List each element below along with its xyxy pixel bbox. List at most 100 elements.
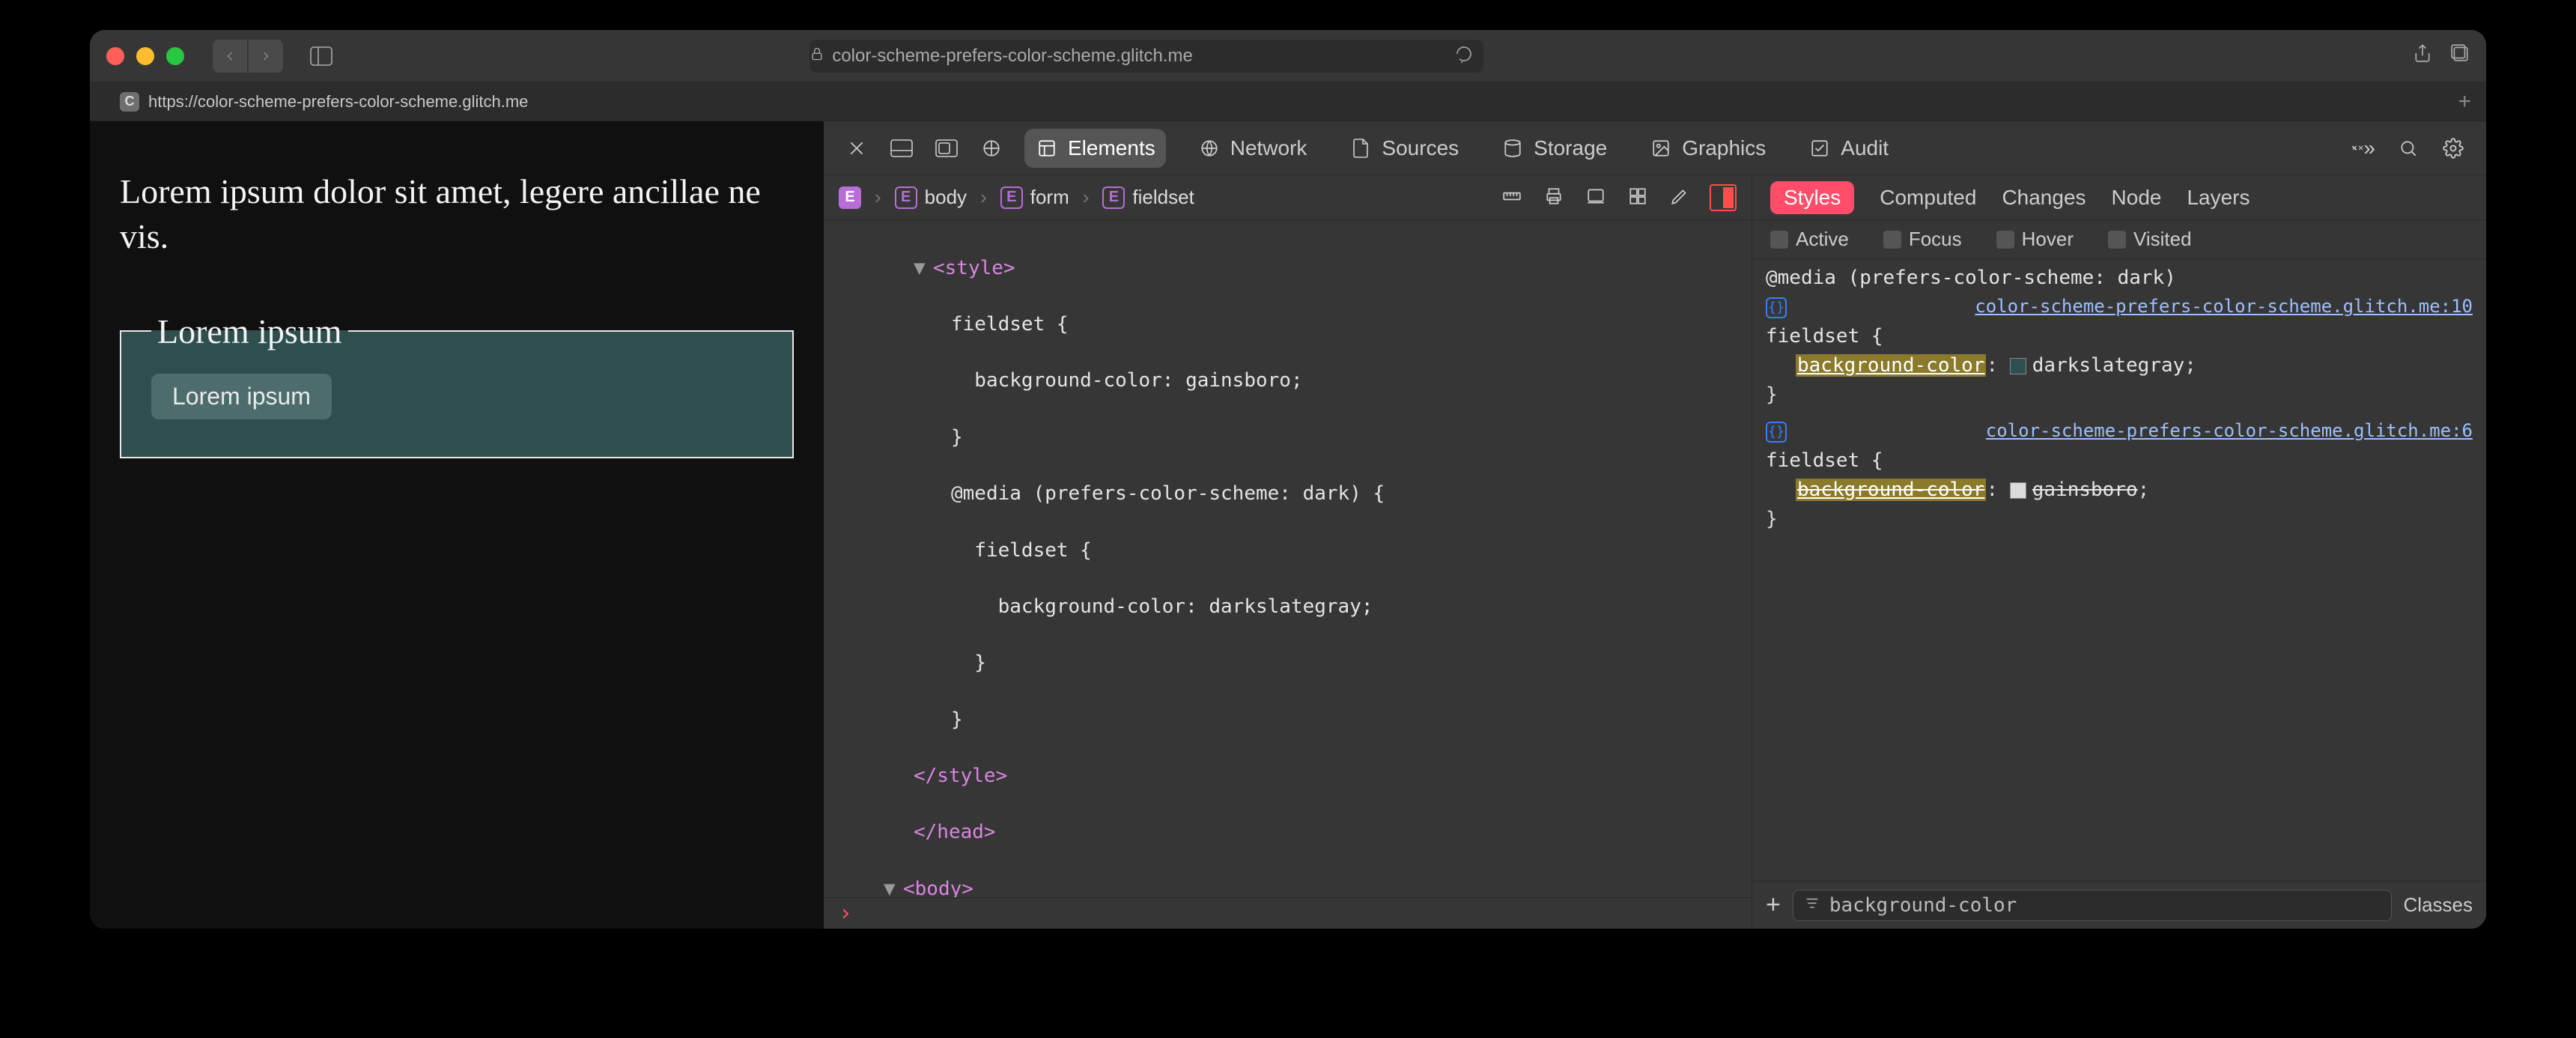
pseudo-active[interactable]: Active	[1770, 228, 1849, 251]
pseudo-focus[interactable]: Focus	[1883, 228, 1962, 251]
close-window-button[interactable]	[106, 47, 124, 65]
rule1-prop[interactable]: background-color	[1796, 354, 1986, 377]
styles-tab-computed[interactable]: Computed	[1880, 186, 1976, 210]
rule1-selector: fieldset	[1766, 325, 1859, 347]
tab-sources[interactable]: Sources	[1338, 129, 1469, 168]
dom-fieldset-sel: fieldset {	[951, 313, 1069, 336]
breadcrumb-form[interactable]: Eform	[1000, 186, 1069, 209]
console-prompt-icon: ›	[839, 900, 852, 926]
tab-elements[interactable]: Elements	[1024, 129, 1166, 168]
new-tab-button[interactable]: +	[2458, 89, 2471, 115]
dock-bottom-icon[interactable]	[890, 136, 914, 160]
forward-button[interactable]	[249, 40, 283, 73]
share-icon[interactable]	[2413, 43, 2432, 68]
page-fieldset: Lorem ipsum Lorem ipsum	[120, 312, 794, 458]
search-icon[interactable]	[2396, 136, 2420, 160]
inspect-element-icon[interactable]	[979, 136, 1003, 160]
paint-icon[interactable]	[1668, 184, 1692, 208]
pseudo-class-row: Active Focus Hover Visited	[1752, 220, 2486, 259]
rule2-selector: fieldset	[1766, 449, 1859, 472]
console-drawer[interactable]: ›	[824, 897, 1752, 929]
tab-graphics-label: Graphics	[1682, 136, 1766, 160]
dom-style-open: <style>	[933, 257, 1015, 279]
pseudo-hover[interactable]: Hover	[1996, 228, 2074, 251]
classes-button[interactable]: Classes	[2404, 893, 2473, 917]
filter-value: background-color	[1829, 894, 2017, 917]
rule-source-icon[interactable]: {}	[1766, 422, 1787, 443]
styles-tab-styles[interactable]: Styles	[1770, 181, 1854, 214]
rule2-source[interactable]: color-scheme-prefers-color-scheme.glitch…	[1986, 417, 2473, 444]
styles-filter-input[interactable]: background-color	[1793, 890, 2392, 921]
tab-favicon: C	[120, 92, 139, 112]
tab-audit[interactable]: Audit	[1797, 129, 1899, 168]
tab-storage-label: Storage	[1534, 136, 1607, 160]
sources-icon	[1349, 136, 1373, 160]
main-split: Lorem ipsum dolor sit amet, legere ancil…	[90, 121, 2486, 929]
reload-icon[interactable]	[1455, 44, 1473, 68]
url-field[interactable]: color-scheme-prefers-color-scheme.glitch…	[809, 40, 1483, 73]
storage-icon	[1501, 136, 1525, 160]
back-button[interactable]	[213, 40, 247, 73]
sidebar-toggle-button[interactable]	[304, 40, 338, 73]
styles-tab-changes[interactable]: Changes	[2002, 186, 2086, 210]
rule2-swatch[interactable]	[2010, 482, 2026, 499]
network-icon	[1197, 136, 1221, 160]
pseudo-visited[interactable]: Visited	[2108, 228, 2192, 251]
tab-elements-label: Elements	[1068, 136, 1155, 160]
styles-tabbar: Styles Computed Changes Node Layers	[1752, 175, 2486, 220]
styles-sidebar-toggle-icon[interactable]	[1710, 184, 1737, 211]
tab-network-label: Network	[1230, 136, 1307, 160]
dock-side-icon[interactable]	[935, 136, 959, 160]
breadcrumb-body[interactable]: Ebody	[895, 186, 967, 209]
dom-media-open: @media (prefers-color-scheme: dark) {	[951, 482, 1385, 505]
style-rule-1: @media (prefers-color-scheme: dark) {}co…	[1766, 264, 2473, 410]
devtools: Elements Network Sources Storage Graphic…	[824, 121, 2486, 929]
close-devtools-icon[interactable]	[845, 136, 869, 160]
tab-sources-label: Sources	[1382, 136, 1459, 160]
dom-bg-darkslategray: background-color: darkslategray;	[951, 595, 1373, 618]
audit-icon	[1808, 136, 1832, 160]
print-styles-icon[interactable]	[1542, 184, 1566, 208]
dom-fieldset-sel2: fieldset {	[951, 539, 1092, 562]
rule-source-icon[interactable]: {}	[1766, 297, 1787, 318]
dom-panel-tools	[1500, 184, 1737, 211]
breadcrumb-root[interactable]: E	[839, 186, 861, 209]
browser-window: color-scheme-prefers-color-scheme.glitch…	[90, 30, 2486, 929]
dom-tree[interactable]: ▼<style> fieldset { background-color: ga…	[824, 220, 1752, 897]
titlebar: color-scheme-prefers-color-scheme.glitch…	[90, 30, 2486, 82]
gear-icon[interactable]	[2441, 136, 2465, 160]
dom-style-close: </style>	[914, 765, 1007, 787]
tab-title[interactable]: https://color-scheme-prefers-color-schem…	[148, 92, 528, 112]
style-rules[interactable]: @media (prefers-color-scheme: dark) {}co…	[1752, 259, 2486, 881]
dom-head-close: </head>	[884, 821, 996, 843]
zoom-window-button[interactable]	[166, 47, 184, 65]
rule1-swatch[interactable]	[2010, 358, 2026, 374]
layout-grid-icon[interactable]	[1626, 184, 1650, 208]
page-button[interactable]: Lorem ipsum	[151, 374, 332, 419]
elements-icon	[1035, 136, 1059, 160]
dom-close1: }	[951, 426, 963, 449]
tab-graphics[interactable]: Graphics	[1638, 129, 1776, 168]
breadcrumb-fieldset[interactable]: Efieldset	[1102, 186, 1194, 209]
tab-storage[interactable]: Storage	[1490, 129, 1617, 168]
new-rule-button[interactable]: +	[1766, 890, 1781, 920]
rule2-prop[interactable]: background-color	[1796, 479, 1986, 501]
graphics-icon	[1649, 136, 1673, 160]
dom-panel: E › Ebody › Eform › Efieldset	[824, 175, 1752, 929]
ruler-icon[interactable]	[1500, 184, 1524, 208]
styles-tab-layers[interactable]: Layers	[2187, 186, 2250, 210]
rule2-value[interactable]: gainsboro	[2032, 479, 2138, 501]
rule1-value[interactable]: darkslategray	[2032, 354, 2185, 377]
devtools-body: E › Ebody › Eform › Efieldset	[824, 175, 2486, 929]
overflow-icon[interactable]: »	[2351, 136, 2375, 160]
dom-bg-gainsboro: background-color: gainsboro;	[951, 369, 1303, 392]
dom-body-open: <body>	[903, 878, 973, 897]
minimize-window-button[interactable]	[136, 47, 154, 65]
tab-network[interactable]: Network	[1187, 129, 1318, 168]
device-icon[interactable]	[1584, 184, 1608, 208]
dom-close2: }	[951, 652, 986, 674]
tabs-overview-icon[interactable]	[2450, 43, 2470, 68]
nav-arrows	[213, 40, 283, 73]
styles-tab-node[interactable]: Node	[2112, 186, 2162, 210]
rule1-source[interactable]: color-scheme-prefers-color-scheme.glitch…	[1975, 293, 2473, 320]
